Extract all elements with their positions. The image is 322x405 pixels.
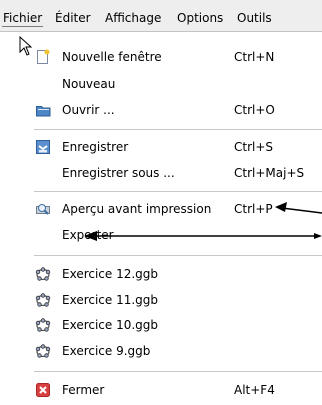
geogebra-file-icon — [35, 317, 51, 333]
menu-item-new-window[interactable]: Nouvelle fenêtre Ctrl+N — [0, 48, 322, 68]
menu-outils[interactable]: Outils — [236, 10, 273, 26]
menu-bar: Fichier Éditer Affichage Options Outils — [0, 0, 322, 32]
geogebra-file-icon — [35, 292, 51, 308]
menu-item-label: Exercice 10.ggb — [62, 318, 159, 332]
geogebra-file-icon — [35, 343, 51, 359]
menu-item-label: Enregistrer — [62, 140, 129, 154]
menu-item-recent-file[interactable]: Exercice 11.ggb — [0, 291, 322, 311]
menu-item-shortcut: Ctrl+O — [234, 103, 275, 117]
menu-item-label: Aperçu avant impression — [62, 202, 212, 216]
geogebra-file-icon — [35, 266, 51, 282]
menu-separator — [34, 191, 322, 192]
menu-item-label: Fermer — [62, 383, 105, 397]
print-preview-icon — [35, 201, 51, 217]
menu-item-save-as[interactable]: Enregistrer sous ... Ctrl+Maj+S — [0, 164, 322, 184]
menu-item-label: Exercice 11.ggb — [62, 293, 159, 307]
menu-item-shortcut: Ctrl+P — [234, 202, 273, 216]
menu-editer[interactable]: Éditer — [54, 10, 92, 26]
menu-separator — [34, 255, 322, 256]
menu-item-close[interactable]: Fermer Alt+F4 — [0, 381, 322, 401]
save-icon — [35, 139, 51, 155]
menu-separator — [34, 129, 322, 130]
menu-item-label: Exercice 12.ggb — [62, 267, 159, 281]
file-menu-dropdown: Nouvelle fenêtre Ctrl+N Nouveau Ouvrir .… — [0, 32, 322, 405]
menu-item-print-preview[interactable]: Aperçu avant impression Ctrl+P — [0, 200, 322, 220]
menu-fichier[interactable]: Fichier — [2, 10, 44, 27]
menu-item-label: Ouvrir ... — [62, 103, 115, 117]
menu-item-shortcut: Ctrl+S — [234, 140, 274, 154]
new-window-icon — [35, 49, 51, 65]
mouse-pointer-icon — [19, 35, 33, 56]
menu-separator — [34, 371, 322, 372]
menu-item-label: Enregistrer sous ... — [62, 166, 175, 180]
menu-item-label: Nouveau — [62, 77, 116, 91]
menu-item-recent-file[interactable]: Exercice 12.ggb — [0, 265, 322, 285]
menu-item-recent-file[interactable]: Exercice 9.ggb — [0, 342, 322, 362]
menu-item-export[interactable]: Exporter — [0, 226, 322, 246]
menu-item-label: Exporter — [62, 228, 114, 242]
menu-item-shortcut: Ctrl+Maj+S — [234, 166, 305, 180]
menu-item-open[interactable]: Ouvrir ... Ctrl+O — [0, 101, 322, 121]
menu-options[interactable]: Options — [176, 10, 224, 26]
menu-affichage[interactable]: Affichage — [104, 10, 162, 26]
menu-item-shortcut: Alt+F4 — [234, 383, 275, 397]
menu-item-recent-file[interactable]: Exercice 10.ggb — [0, 316, 322, 336]
menu-item-label: Nouvelle fenêtre — [62, 50, 162, 64]
folder-icon — [35, 102, 51, 118]
menu-item-new[interactable]: Nouveau — [0, 75, 322, 95]
menu-item-label: Exercice 9.ggb — [62, 344, 151, 358]
menu-item-save[interactable]: Enregistrer Ctrl+S — [0, 138, 322, 158]
close-icon — [35, 382, 51, 398]
menu-item-shortcut: Ctrl+N — [234, 50, 275, 64]
